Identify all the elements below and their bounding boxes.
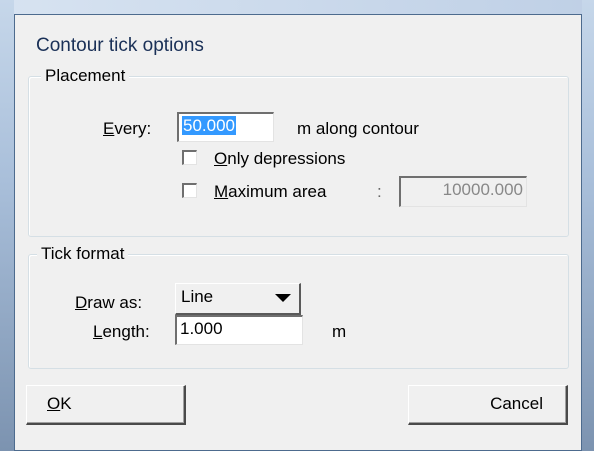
- length-label: Length:: [93, 322, 150, 341]
- every-input[interactable]: 50.000: [177, 112, 274, 142]
- dialog-title: Contour tick options: [36, 35, 204, 56]
- window-frame-right: [582, 0, 594, 451]
- chevron-down-icon: [275, 294, 291, 302]
- tick-format-legend: Tick format: [37, 244, 129, 264]
- contour-tick-options-dialog: Contour tick options Placement Every: 50…: [14, 14, 582, 451]
- length-unit-label: m: [332, 322, 347, 341]
- draw-as-dropdown[interactable]: Line: [175, 283, 301, 315]
- draw-as-selected-value: Line: [181, 287, 214, 306]
- maximum-area-input[interactable]: 10000.000: [399, 176, 527, 207]
- ok-button[interactable]: OK: [26, 385, 186, 425]
- cancel-button-label: Cancel: [490, 394, 543, 413]
- only-depressions-checkbox[interactable]: [182, 150, 197, 165]
- window-frame-left: [0, 0, 14, 451]
- cancel-button[interactable]: Cancel: [408, 385, 568, 425]
- window-frame-top: [0, 0, 594, 14]
- length-input[interactable]: 1.000: [175, 315, 303, 345]
- only-depressions-label: Only depressions: [214, 149, 346, 168]
- maximum-area-checkbox[interactable]: [182, 183, 197, 198]
- every-unit-label: m along contour: [297, 119, 419, 138]
- maximum-area-separator: :: [377, 182, 382, 201]
- every-label: Every:: [103, 119, 152, 138]
- draw-as-label: Draw as:: [75, 293, 143, 312]
- maximum-area-label: Maximum area: [214, 182, 327, 201]
- ok-button-label: OK: [47, 394, 72, 413]
- placement-legend: Placement: [41, 66, 130, 86]
